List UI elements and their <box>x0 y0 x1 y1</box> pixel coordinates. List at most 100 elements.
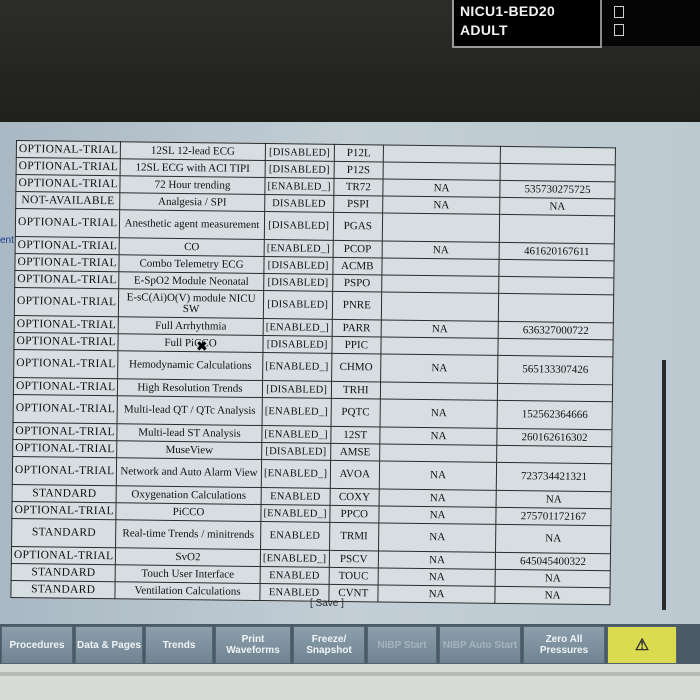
option-state: [DISABLED] <box>263 273 333 292</box>
option-key <box>498 276 614 295</box>
option-key: 636327000722 <box>498 321 614 340</box>
alarm-silence-icon[interactable]: ⚠ <box>607 626 677 664</box>
option-code: PSCV <box>328 550 379 568</box>
option-status: OPTIONAL-TRIAL <box>12 422 118 441</box>
option-feature: Real-time Trends / minitrends <box>115 519 261 550</box>
option-code: PARR <box>331 319 382 337</box>
bed-label-panel[interactable]: NICU1-BED20 ADULT <box>452 0 602 48</box>
option-state: [ENABLED_] <box>262 352 332 382</box>
softkey-data-pages[interactable]: Data & Pages <box>75 626 143 664</box>
monitor-bezel-bottom <box>0 664 700 700</box>
option-status: STANDARD <box>12 484 117 503</box>
option-feature: Anesthetic agent measurement <box>119 209 265 240</box>
bed-status-panel <box>600 0 700 46</box>
option-state: [DISABLED] <box>261 442 331 461</box>
option-status: STANDARD <box>10 580 116 599</box>
option-status: OPTIONAL-TRIAL <box>14 287 120 317</box>
softkey-print-waveforms[interactable]: Print Waveforms <box>215 626 291 664</box>
option-key: 260162616302 <box>497 428 613 447</box>
option-key: NA <box>495 569 611 588</box>
patient-type: ADULT <box>460 22 508 38</box>
option-state: [ENABLED_] <box>260 504 330 523</box>
option-status: OPTIONAL-TRIAL <box>13 332 119 351</box>
softkey-bar: Procedures Data & Pages Trends Print Wavefo… <box>0 624 700 664</box>
bed-name: NICU1-BED20 <box>460 3 556 19</box>
option-license: NA <box>382 178 501 198</box>
softkey-trends[interactable]: Trends <box>145 626 213 664</box>
option-state: [ENABLED_] <box>261 397 331 427</box>
option-license <box>380 336 499 356</box>
option-license <box>381 274 500 294</box>
status-indicator-icon <box>614 24 624 36</box>
option-feature: PiCCO <box>116 502 261 522</box>
option-key <box>499 214 615 244</box>
option-feature: 12SL 12-lead ECG <box>120 141 266 161</box>
softkey-nibp-auto-start[interactable]: NIBP Auto Start <box>439 626 521 664</box>
option-state: [DISABLED] <box>264 160 334 179</box>
softkey-freeze-snapshot[interactable]: Freeze/ Snapshot <box>293 626 365 664</box>
scrollbar[interactable] <box>662 360 666 610</box>
option-license: NA <box>382 240 500 260</box>
option-key <box>496 445 612 464</box>
option-feature: 12SL ECG with ACI TIPI <box>120 158 266 178</box>
option-license: NA <box>378 567 496 587</box>
option-feature: Oxygenation Calculations <box>116 485 262 505</box>
option-state: [DISABLED] <box>263 290 333 320</box>
option-key: 152562364666 <box>497 400 613 430</box>
option-key <box>499 259 615 278</box>
option-feature: Network and Auto Alarm View <box>116 457 262 488</box>
softkey-procedures[interactable]: Procedures <box>1 626 73 664</box>
option-license: NA <box>381 319 499 339</box>
mouse-cursor-icon: ✖ <box>196 339 208 355</box>
option-feature: High Resolution Trends <box>117 378 263 398</box>
option-state: [ENABLED_] <box>263 239 333 258</box>
option-key: 645045400322 <box>495 552 611 571</box>
option-status: OPTIONAL-TRIAL <box>15 208 121 238</box>
option-key <box>500 163 616 182</box>
option-feature: Multi-lead ST Analysis <box>117 423 262 443</box>
option-key: 461620167611 <box>499 242 615 261</box>
option-license: NA <box>382 195 501 215</box>
option-code: PQTC <box>330 398 381 427</box>
option-feature: CO <box>119 237 265 257</box>
option-license: NA <box>378 550 496 570</box>
option-status: OPTIONAL-TRIAL <box>13 349 119 379</box>
option-license: NA <box>378 522 497 553</box>
option-status: OPTIONAL-TRIAL <box>14 315 119 334</box>
option-key: 535730275725 <box>500 180 616 199</box>
option-key: 275701172167 <box>496 507 612 526</box>
option-state: [ENABLED_] <box>260 549 330 568</box>
option-key <box>500 146 616 165</box>
option-key: NA <box>496 490 612 509</box>
option-key <box>498 293 614 323</box>
option-state: [DISABLED] <box>262 335 332 354</box>
option-status: STANDARD <box>11 563 116 582</box>
option-feature: Hemodynamic Calculations <box>117 350 263 381</box>
option-key: 723734421321 <box>496 462 612 492</box>
option-code: AVOA <box>329 460 380 489</box>
option-state: ENABLED <box>260 521 330 551</box>
option-code: P12S <box>333 161 384 179</box>
option-code: PPCO <box>329 505 380 523</box>
option-license <box>379 443 498 463</box>
option-code: TRHI <box>330 381 381 399</box>
softkey-zero-all-pressures[interactable]: Zero All Pressures <box>523 626 605 664</box>
option-status: OPTIONAL-TRIAL <box>11 546 116 565</box>
option-state: [DISABLED] <box>263 256 333 275</box>
option-key: 565133307426 <box>497 355 613 385</box>
option-license <box>380 381 498 401</box>
option-key: NA <box>495 586 611 605</box>
option-status: OPTIONAL-TRIAL <box>14 270 120 289</box>
save-button[interactable]: [ Save ] <box>310 598 344 609</box>
option-license: NA <box>379 426 498 446</box>
option-feature: Multi-lead QT / QTc Analysis <box>117 395 263 426</box>
option-state: [ENABLED_] <box>264 177 334 196</box>
option-license <box>382 212 500 243</box>
option-status: OPTIONAL-TRIAL <box>14 253 120 272</box>
option-status: OPTIONAL-TRIAL <box>12 456 118 486</box>
status-indicator-icon <box>614 6 624 18</box>
softkey-nibp-start[interactable]: NIBP Start <box>367 626 437 664</box>
option-license: NA <box>379 460 497 491</box>
option-status: STANDARD <box>11 518 117 548</box>
option-status: OPTIONAL-TRIAL <box>13 377 118 396</box>
